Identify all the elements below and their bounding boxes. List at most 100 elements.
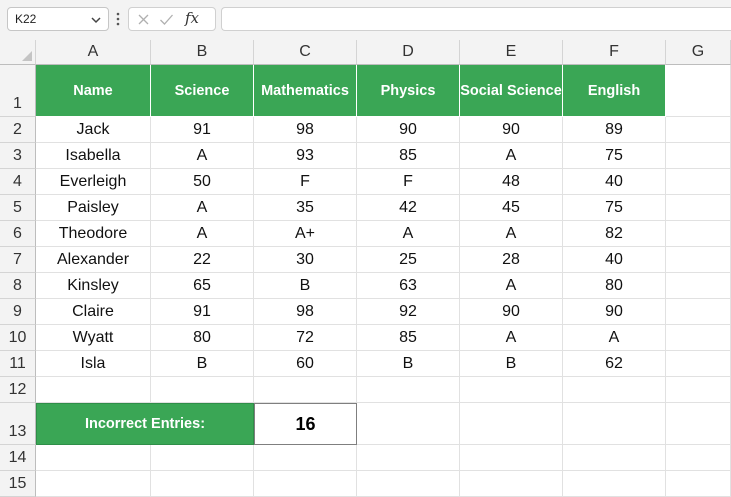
row-header-9[interactable]: 9 (0, 299, 36, 325)
incorrect-entries-value[interactable]: 16 (254, 403, 357, 445)
table-cell[interactable]: F (254, 169, 357, 195)
table-cell[interactable]: 91 (151, 299, 254, 325)
table-cell[interactable]: 80 (151, 325, 254, 351)
table-cell[interactable]: A (151, 143, 254, 169)
table-cell[interactable]: A (151, 195, 254, 221)
grid-cell[interactable] (666, 195, 731, 221)
grid-cell[interactable] (36, 471, 151, 497)
row-header-12[interactable]: 12 (0, 377, 36, 403)
grid-cell[interactable] (666, 471, 731, 497)
table-header-cell[interactable]: Science (151, 65, 254, 117)
grid-cell[interactable] (357, 471, 460, 497)
table-cell[interactable]: 92 (357, 299, 460, 325)
table-cell[interactable]: Theodore (36, 221, 151, 247)
column-header-b[interactable]: B (151, 40, 254, 65)
grid-cell[interactable] (666, 169, 731, 195)
row-header-15[interactable]: 15 (0, 471, 36, 497)
table-cell[interactable]: 22 (151, 247, 254, 273)
column-header-a[interactable]: A (36, 40, 151, 65)
table-cell[interactable]: 75 (563, 195, 666, 221)
incorrect-entries-label[interactable]: Incorrect Entries: (36, 403, 254, 445)
table-cell[interactable]: A+ (254, 221, 357, 247)
table-cell[interactable]: 80 (563, 273, 666, 299)
row-header-6[interactable]: 6 (0, 221, 36, 247)
table-cell[interactable]: 40 (563, 169, 666, 195)
grid-cell[interactable] (357, 403, 460, 445)
table-cell[interactable]: A (563, 325, 666, 351)
table-cell[interactable]: B (254, 273, 357, 299)
grid-cell[interactable] (36, 445, 151, 471)
grid-cell[interactable] (666, 143, 731, 169)
row-header-3[interactable]: 3 (0, 143, 36, 169)
table-cell[interactable]: B (151, 351, 254, 377)
table-cell[interactable]: Isabella (36, 143, 151, 169)
formula-input[interactable] (221, 7, 731, 31)
table-cell[interactable]: 35 (254, 195, 357, 221)
table-cell[interactable]: Everleigh (36, 169, 151, 195)
row-header-14[interactable]: 14 (0, 445, 36, 471)
table-cell[interactable]: 82 (563, 221, 666, 247)
grid-cell[interactable] (563, 403, 666, 445)
table-cell[interactable]: 63 (357, 273, 460, 299)
grid-cell[interactable] (666, 351, 731, 377)
table-header-cell[interactable]: English (563, 65, 666, 117)
grid-cell[interactable] (563, 445, 666, 471)
table-cell[interactable]: Alexander (36, 247, 151, 273)
grid-cell[interactable] (666, 117, 731, 143)
chevron-down-icon[interactable] (90, 14, 102, 26)
table-cell[interactable]: F (357, 169, 460, 195)
table-cell[interactable]: A (357, 221, 460, 247)
table-cell[interactable]: 65 (151, 273, 254, 299)
grid-cell[interactable] (666, 377, 731, 403)
grid-cell[interactable] (666, 403, 731, 445)
table-cell[interactable]: 90 (563, 299, 666, 325)
table-cell[interactable]: 98 (254, 299, 357, 325)
grid-cell[interactable] (357, 445, 460, 471)
table-cell[interactable]: 85 (357, 325, 460, 351)
name-box[interactable]: K22 (7, 7, 109, 31)
table-cell[interactable]: 90 (460, 299, 563, 325)
table-cell[interactable]: Paisley (36, 195, 151, 221)
table-cell[interactable]: 90 (357, 117, 460, 143)
row-header-7[interactable]: 7 (0, 247, 36, 273)
column-header-d[interactable]: D (357, 40, 460, 65)
table-cell[interactable]: 98 (254, 117, 357, 143)
table-cell[interactable]: A (460, 273, 563, 299)
row-header-1[interactable]: 1 (0, 65, 36, 117)
table-cell[interactable]: Isla (36, 351, 151, 377)
grid-cell[interactable] (460, 445, 563, 471)
table-cell[interactable]: Wyatt (36, 325, 151, 351)
table-cell[interactable]: Jack (36, 117, 151, 143)
column-header-c[interactable]: C (254, 40, 357, 65)
grid-cell[interactable] (563, 377, 666, 403)
row-header-11[interactable]: 11 (0, 351, 36, 377)
grid-cell[interactable] (666, 247, 731, 273)
row-header-2[interactable]: 2 (0, 117, 36, 143)
grid-cell[interactable] (254, 377, 357, 403)
grid-cell[interactable] (254, 445, 357, 471)
grid-cell[interactable] (460, 403, 563, 445)
column-header-e[interactable]: E (460, 40, 563, 65)
table-cell[interactable]: A (151, 221, 254, 247)
table-cell[interactable]: 62 (563, 351, 666, 377)
column-header-f[interactable]: F (563, 40, 666, 65)
table-cell[interactable]: A (460, 325, 563, 351)
grid-cell[interactable] (36, 377, 151, 403)
table-cell[interactable]: 93 (254, 143, 357, 169)
table-cell[interactable]: 75 (563, 143, 666, 169)
grid-cell[interactable] (254, 471, 357, 497)
insert-function-icon[interactable]: fx (185, 9, 199, 27)
grid-cell[interactable] (357, 377, 460, 403)
table-cell[interactable]: 40 (563, 247, 666, 273)
more-options-icon[interactable] (116, 12, 120, 26)
table-cell[interactable]: Kinsley (36, 273, 151, 299)
table-cell[interactable]: 45 (460, 195, 563, 221)
table-cell[interactable]: 48 (460, 169, 563, 195)
grid-cell[interactable] (151, 445, 254, 471)
grid-cell[interactable] (563, 471, 666, 497)
select-all-corner[interactable] (0, 40, 36, 65)
table-cell[interactable]: 28 (460, 247, 563, 273)
check-icon[interactable] (159, 13, 174, 26)
table-cell[interactable]: 91 (151, 117, 254, 143)
table-cell[interactable]: 89 (563, 117, 666, 143)
